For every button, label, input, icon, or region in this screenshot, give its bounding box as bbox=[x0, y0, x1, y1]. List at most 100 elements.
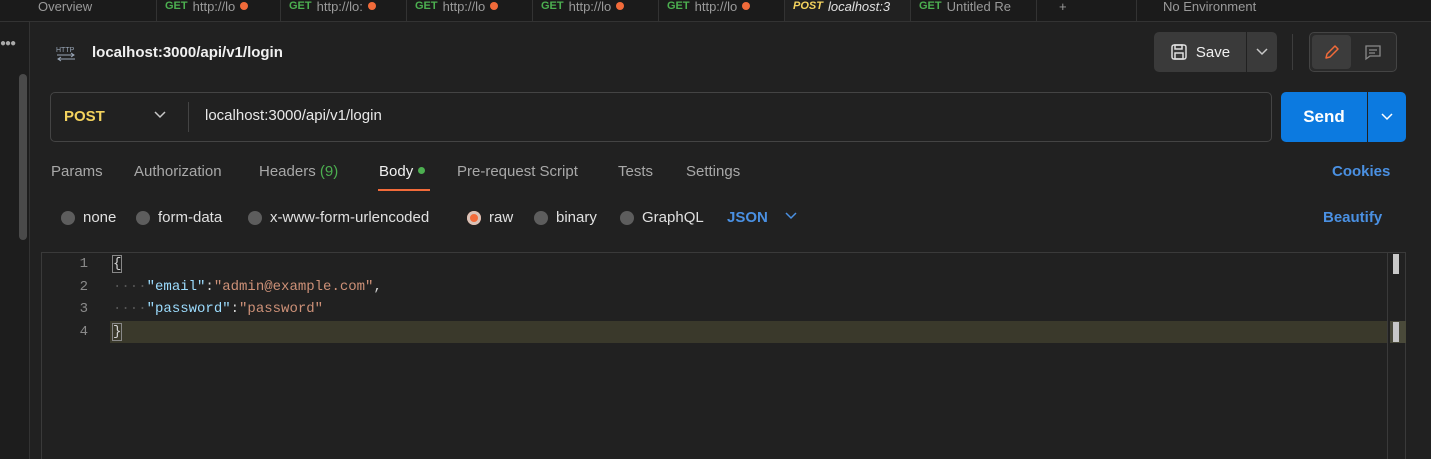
chevron-down-icon[interactable] bbox=[785, 212, 797, 220]
tab-settings[interactable]: Settings bbox=[686, 163, 740, 180]
radio-form-data[interactable]: form-data bbox=[136, 209, 222, 226]
json-key: "email" bbox=[146, 279, 206, 295]
tab-label: localhost:3 bbox=[827, 0, 891, 14]
tab-method: GET bbox=[541, 0, 564, 12]
chevron-down-icon[interactable] bbox=[153, 110, 167, 120]
radio-urlencoded[interactable]: x-www-form-urlencoded bbox=[248, 209, 429, 226]
code-line: } bbox=[111, 323, 123, 341]
request-title[interactable]: localhost:3000/api/v1/login bbox=[92, 44, 283, 61]
environment-selector[interactable]: No Environment bbox=[1139, 0, 1339, 21]
active-tab-indicator bbox=[378, 189, 430, 191]
beautify-button[interactable]: Beautify bbox=[1323, 209, 1382, 226]
tab-method: GET bbox=[289, 0, 312, 12]
tab-params[interactable]: Params bbox=[51, 163, 103, 180]
save-options-button[interactable] bbox=[1247, 32, 1277, 72]
code-line: ····"email":"admin@example.com", bbox=[113, 279, 382, 295]
http-icon: HTTP bbox=[56, 47, 75, 62]
radio-none[interactable]: none bbox=[61, 209, 116, 226]
tab-pre-request-script[interactable]: Pre-request Script bbox=[457, 163, 578, 180]
json-colon: : bbox=[230, 301, 240, 317]
tab-body[interactable]: Body bbox=[379, 163, 426, 180]
send-options-button[interactable] bbox=[1368, 92, 1406, 142]
plus-icon: + bbox=[1059, 0, 1067, 14]
tab-method: POST bbox=[793, 0, 823, 12]
tab-request[interactable]: GET http://lo bbox=[407, 0, 533, 21]
tab-method: GET bbox=[919, 0, 942, 12]
tab-headers-label: Headers bbox=[259, 163, 316, 180]
chevron-down-icon bbox=[1256, 48, 1268, 56]
tab-overview[interactable]: Overview bbox=[30, 0, 157, 21]
pencil-icon bbox=[1324, 45, 1339, 59]
environment-label: No Environment bbox=[1163, 0, 1257, 14]
language-selector[interactable]: JSON bbox=[727, 209, 768, 226]
tab-label: http://lo: bbox=[316, 0, 363, 14]
json-value: "admin@example.com" bbox=[213, 279, 374, 295]
radio-label: binary bbox=[556, 209, 597, 226]
tab-label: http://lo bbox=[568, 0, 612, 14]
radio-graphql[interactable]: GraphQL bbox=[620, 209, 704, 226]
tab-request[interactable]: GET http://lo bbox=[659, 0, 785, 21]
current-line-highlight bbox=[110, 321, 1388, 343]
tab-method: GET bbox=[667, 0, 690, 12]
sidebar-rail: ●●● bbox=[0, 22, 30, 459]
unsaved-dot-icon bbox=[616, 2, 625, 10]
code-line: ····"password":"password" bbox=[113, 301, 323, 317]
json-colon: : bbox=[205, 279, 214, 295]
tab-request[interactable]: GET http://lo bbox=[533, 0, 659, 21]
indent-guide: ···· bbox=[113, 279, 147, 295]
url-input[interactable] bbox=[205, 107, 1205, 124]
comments-button[interactable] bbox=[1353, 35, 1392, 69]
radio-label: x-www-form-urlencoded bbox=[270, 209, 430, 226]
tab-label: http://lo bbox=[192, 0, 236, 14]
tab-body-label: Body bbox=[379, 163, 414, 180]
line-number: 1 bbox=[79, 256, 88, 272]
unsaved-dot-icon bbox=[367, 2, 376, 10]
edit-mode-button[interactable] bbox=[1312, 35, 1351, 69]
chevron-down-icon bbox=[1381, 113, 1393, 121]
unsaved-dot-icon bbox=[742, 2, 751, 10]
line-number: 2 bbox=[79, 279, 88, 295]
open-brace: { bbox=[111, 255, 123, 273]
save-icon bbox=[1171, 44, 1187, 60]
unsaved-dot-icon bbox=[490, 2, 499, 10]
radio-label: GraphQL bbox=[642, 209, 704, 226]
tab-request[interactable]: GET Untitled Re bbox=[911, 0, 1037, 21]
indent-guide: ···· bbox=[113, 301, 147, 317]
radio-label: form-data bbox=[158, 209, 223, 226]
method-selector[interactable]: POST bbox=[64, 108, 105, 125]
tab-strip: Overview GET http://lo GET http://lo: GE… bbox=[0, 0, 1431, 22]
comment-icon bbox=[1364, 45, 1381, 61]
tab-label: Overview bbox=[38, 0, 93, 14]
tab-label: http://lo bbox=[694, 0, 738, 14]
radio-circle bbox=[61, 210, 75, 225]
overview-ruler-cursor bbox=[1390, 321, 1406, 343]
tab-label: http://lo bbox=[442, 0, 486, 14]
more-icon[interactable]: ●●● bbox=[0, 38, 16, 49]
send-button[interactable]: Send bbox=[1281, 92, 1367, 142]
json-value: "password" bbox=[239, 301, 324, 317]
divider bbox=[1292, 34, 1293, 70]
radio-raw[interactable]: raw bbox=[467, 209, 513, 226]
tab-authorization[interactable]: Authorization bbox=[134, 163, 222, 180]
tab-request-active[interactable]: POST localhost:3 bbox=[785, 0, 911, 21]
json-comma: , bbox=[373, 279, 382, 295]
save-button[interactable]: Save bbox=[1154, 32, 1246, 72]
sidebar-scrollbar[interactable] bbox=[19, 74, 27, 240]
radio-circle-selected bbox=[467, 210, 481, 225]
new-tab-button[interactable]: + bbox=[1037, 0, 1137, 21]
tab-label: Untitled Re bbox=[946, 0, 1011, 14]
tab-headers[interactable]: Headers (9) bbox=[259, 163, 338, 180]
save-label: Save bbox=[1195, 43, 1231, 61]
tab-request[interactable]: GET http://lo: bbox=[281, 0, 407, 21]
editor-scrollbar-thumb[interactable] bbox=[1393, 254, 1399, 274]
radio-label: raw bbox=[489, 209, 514, 226]
tab-request[interactable]: GET http://lo bbox=[157, 0, 281, 21]
radio-binary[interactable]: binary bbox=[534, 209, 597, 226]
radio-circle bbox=[248, 210, 262, 225]
tab-tests[interactable]: Tests bbox=[618, 163, 653, 180]
unsaved-dot-icon bbox=[240, 2, 249, 10]
radio-circle bbox=[534, 210, 548, 225]
radio-circle bbox=[620, 210, 634, 225]
tab-method: GET bbox=[165, 0, 188, 12]
cookies-link[interactable]: Cookies bbox=[1332, 163, 1390, 180]
